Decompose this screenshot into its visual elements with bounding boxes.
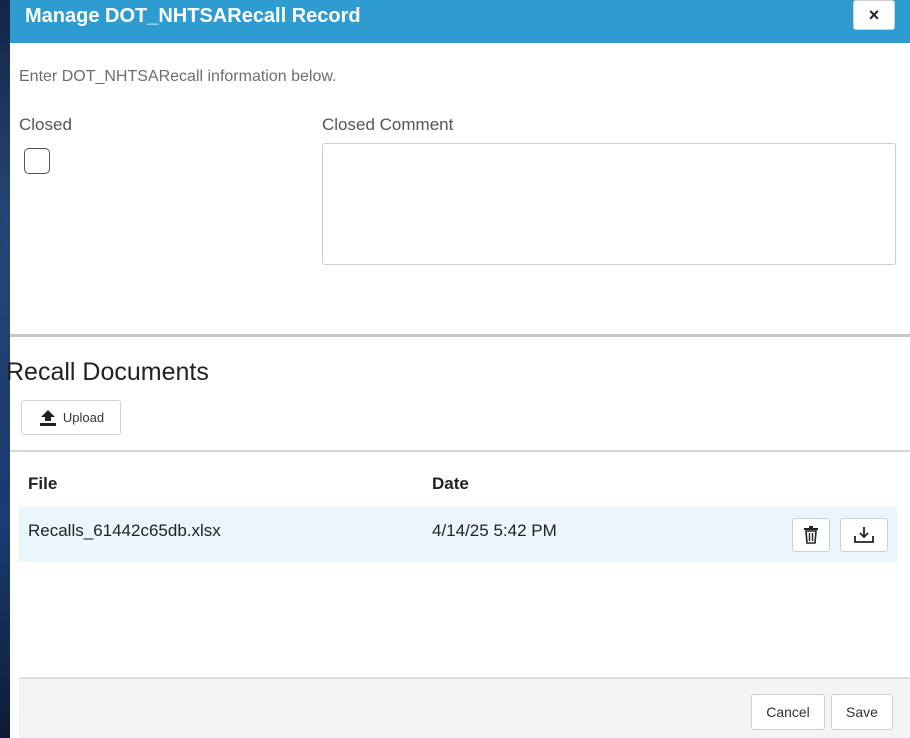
intro-text: Enter DOT_NHTSARecall information below. <box>19 68 337 85</box>
date-cell: 4/14/25 5:42 PM <box>432 521 557 540</box>
dialog-header: Manage DOT_NHTSARecall Record × <box>10 0 910 43</box>
trash-icon <box>804 526 818 544</box>
closed-comment-textarea[interactable] <box>322 143 896 265</box>
file-name-cell: Recalls_61442c65db.xlsx <box>28 521 221 540</box>
column-header-date: Date <box>432 474 469 493</box>
upload-button[interactable]: Upload <box>21 400 121 435</box>
recall-documents-title: Recall Documents <box>6 358 209 386</box>
download-file-button[interactable] <box>840 518 888 552</box>
close-icon: × <box>868 4 880 25</box>
closed-comment-label: Closed Comment <box>322 115 454 134</box>
cancel-button[interactable]: Cancel <box>751 694 825 730</box>
table-row[interactable]: Recalls_61442c65db.xlsx 4/14/25 5:42 PM <box>19 507 897 562</box>
column-header-file: File <box>28 474 58 493</box>
dialog-footer: Cancel Save <box>19 677 910 738</box>
table-divider <box>10 450 910 452</box>
upload-icon <box>39 409 56 426</box>
manage-record-dialog: Manage DOT_NHTSARecall Record × Enter DO… <box>6 0 910 738</box>
close-button[interactable]: × <box>853 0 895 30</box>
section-divider <box>10 334 910 337</box>
delete-file-button[interactable] <box>792 518 830 552</box>
closed-label: Closed <box>19 115 72 134</box>
download-icon <box>854 527 874 543</box>
upload-label: Upload <box>62 410 105 425</box>
dialog-title: Manage DOT_NHTSARecall Record <box>25 5 361 27</box>
closed-checkbox[interactable] <box>24 148 50 174</box>
save-button[interactable]: Save <box>831 694 893 730</box>
